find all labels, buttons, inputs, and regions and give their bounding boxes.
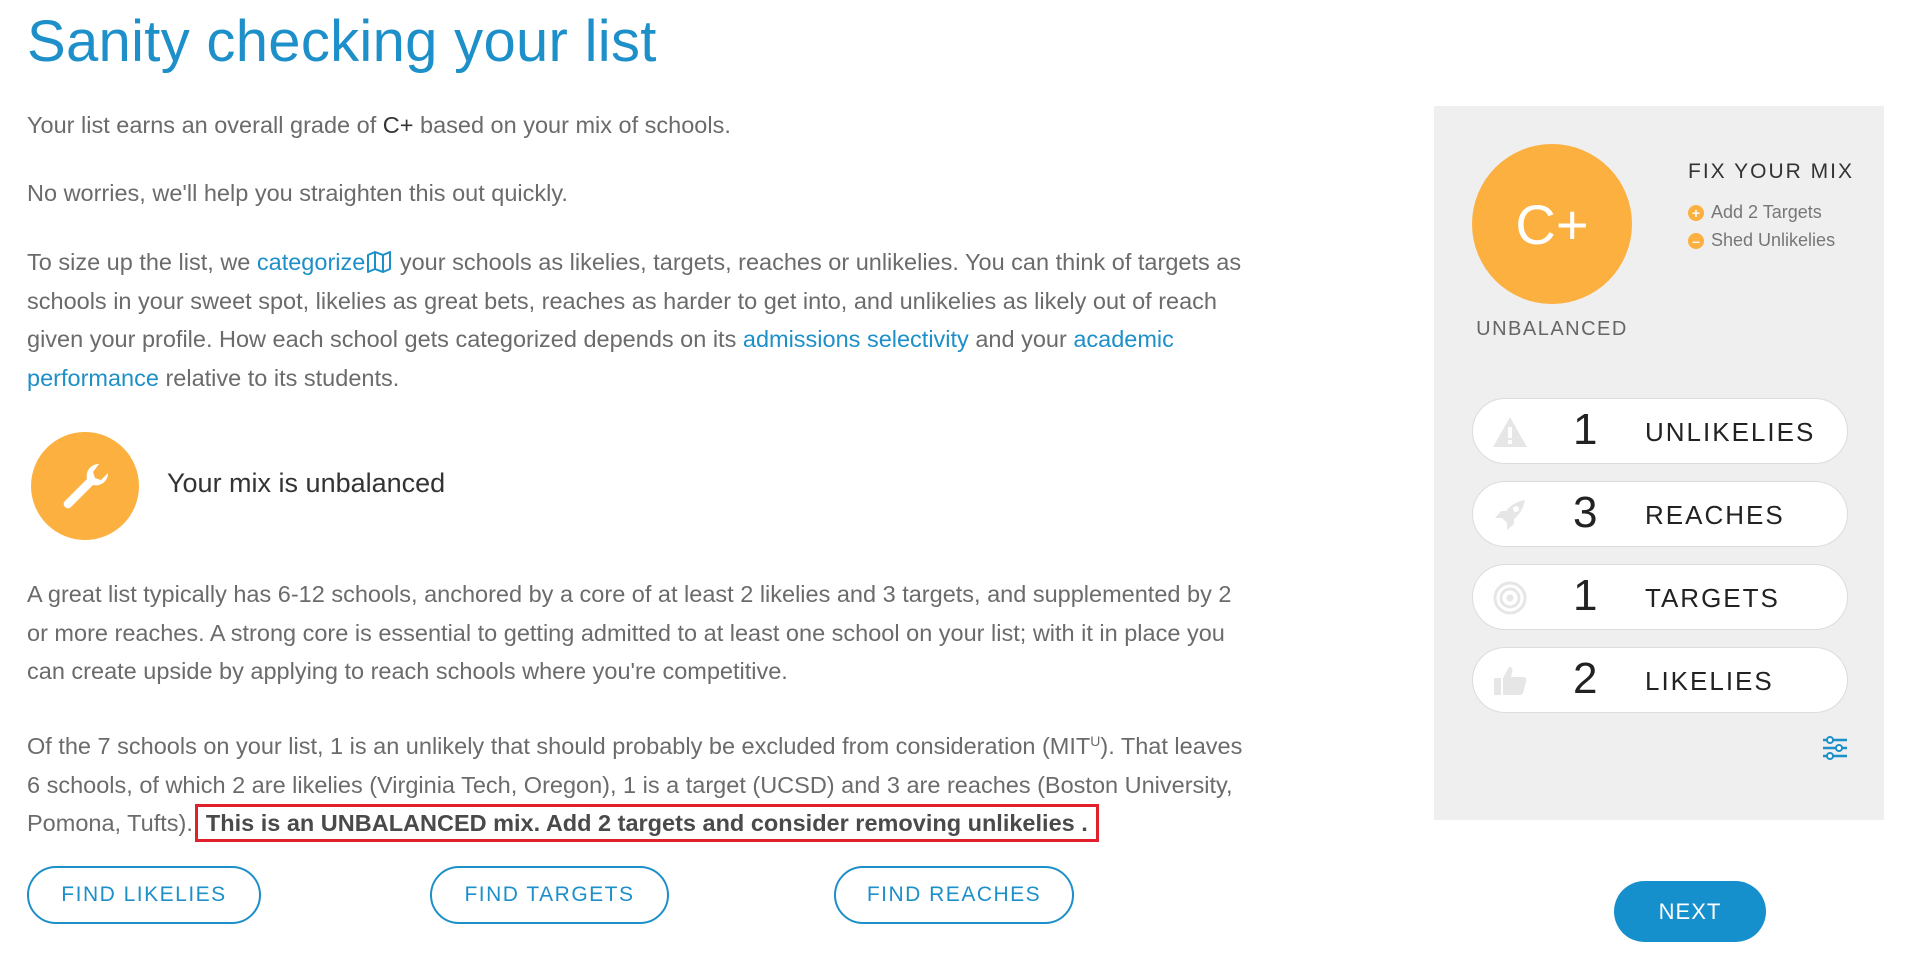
warning-icon <box>1493 417 1527 447</box>
target-icon <box>1493 581 1527 615</box>
grade-circle: C+ <box>1472 144 1632 304</box>
find-reaches-button[interactable]: FIND REACHES <box>834 866 1074 924</box>
next-button[interactable]: NEXT <box>1614 881 1766 942</box>
likelies-count: 2 <box>1573 654 1598 703</box>
find-targets-button[interactable]: FIND TARGETS <box>430 866 669 924</box>
explain-paragraph: To size up the list, we categorize your … <box>27 243 1247 397</box>
mix-label: Your mix is unbalanced <box>167 468 446 498</box>
minus-icon: – <box>1688 232 1704 249</box>
category-likelies[interactable]: 2 LIKELIES <box>1472 647 1848 713</box>
explain-part-3: and your <box>968 326 1074 352</box>
grade-suffix: based on your mix of schools. <box>413 112 731 138</box>
targets-count: 1 <box>1573 571 1598 620</box>
fix-shed-unlikelies[interactable]: – Shed Unlikelies <box>1688 230 1835 251</box>
summary-text-1: Of the 7 schools on your list, 1 is an u… <box>27 733 1091 759</box>
reaches-label: REACHES <box>1645 500 1785 530</box>
page-title: Sanity checking your list <box>27 9 657 74</box>
summary-superscript: U <box>1090 733 1101 749</box>
admissions-selectivity-link[interactable]: admissions selectivity <box>743 326 969 352</box>
fix-your-mix-title: FIX YOUR MIX <box>1688 160 1854 183</box>
great-list-text: A great list typically has 6-12 schools,… <box>27 581 1232 684</box>
category-unlikelies[interactable]: 1 UNLIKELIES <box>1472 398 1848 464</box>
mix-status-label: UNBALANCED <box>1476 318 1628 340</box>
page: Sanity checking your list Your list earn… <box>0 0 1929 974</box>
grade-value: C+ <box>382 112 414 138</box>
unlikelies-count: 1 <box>1573 405 1598 454</box>
reassure-text: No worries, we'll help you straighten th… <box>27 180 568 206</box>
plus-icon: + <box>1688 204 1704 221</box>
mix-summary-panel: C+ UNBALANCED FIX YOUR MIX + Add 2 Targe… <box>1434 106 1884 820</box>
categorize-link[interactable]: categorize <box>257 249 365 275</box>
grade-prefix: Your list earns an overall grade of <box>27 112 383 138</box>
unbalanced-highlight: This is an UNBALANCED mix. Add 2 targets… <box>194 804 1099 842</box>
summary-paragraph: Of the 7 schools on your list, 1 is an u… <box>27 722 1247 843</box>
likelies-label: LIKELIES <box>1645 666 1774 696</box>
wrench-icon <box>31 432 139 540</box>
sliders-icon[interactable] <box>1822 736 1848 760</box>
unlikelies-label: UNLIKELIES <box>1645 417 1816 447</box>
fix-add-targets[interactable]: + Add 2 Targets <box>1688 202 1822 223</box>
grade-sentence: Your list earns an overall grade of C+ b… <box>27 106 1247 145</box>
targets-label: TARGETS <box>1645 583 1780 613</box>
fix-shed-label: Shed Unlikelies <box>1711 230 1836 250</box>
find-likelies-button[interactable]: FIND LIKELIES <box>27 866 261 924</box>
fix-add-label: Add 2 Targets <box>1711 202 1822 222</box>
map-icon[interactable] <box>367 251 392 273</box>
rocket-icon <box>1495 500 1525 530</box>
explain-part-1: To size up the list, we <box>27 249 257 275</box>
explain-part-4: relative to its students. <box>158 364 400 391</box>
reaches-count: 3 <box>1573 488 1598 537</box>
category-targets[interactable]: 1 TARGETS <box>1472 564 1848 630</box>
thumbs-up-icon <box>1494 667 1527 695</box>
category-reaches[interactable]: 3 REACHES <box>1472 481 1848 547</box>
